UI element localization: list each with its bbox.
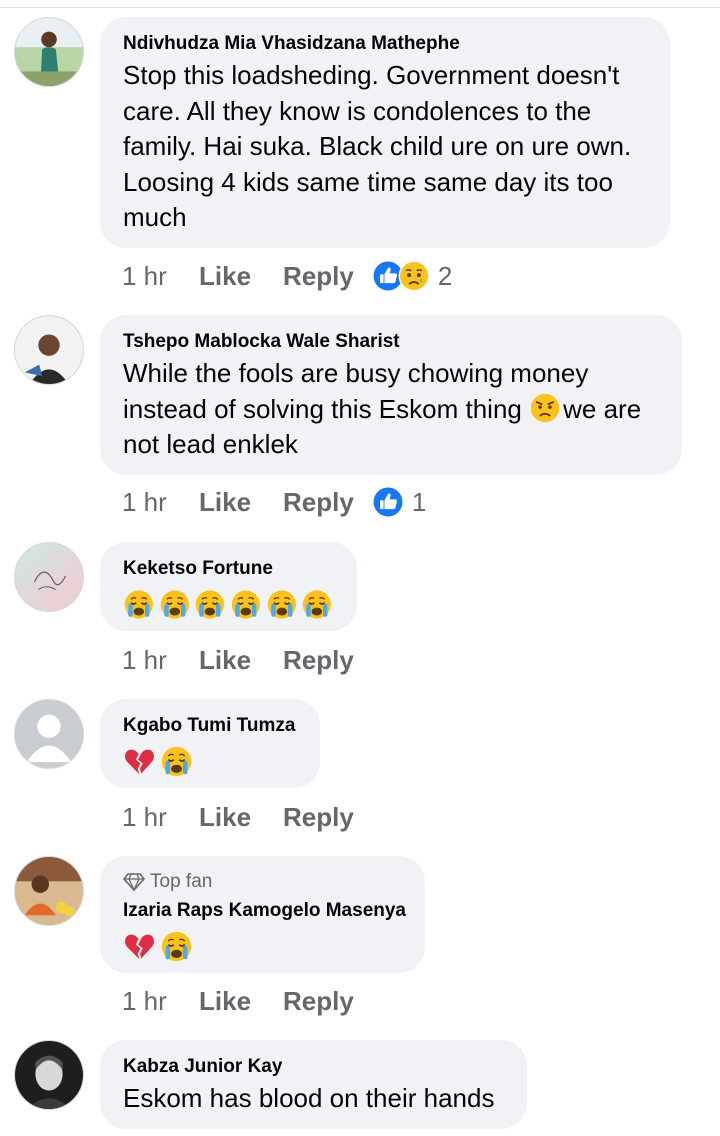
- comment-time[interactable]: 1 hr: [122, 261, 199, 292]
- comment-text-part: While the fools are busy chowing money i…: [123, 358, 589, 424]
- like-button[interactable]: Like: [199, 802, 283, 833]
- comment-actions: 1 hr Like Reply: [122, 640, 354, 680]
- comment-author[interactable]: Izaria Raps Kamogelo Masenya: [123, 899, 406, 923]
- broken-heart-emoji: [123, 745, 156, 778]
- crying-face-emoji: [123, 588, 155, 621]
- reaction-summary[interactable]: 2: [372, 260, 452, 292]
- comment-bubble: Ndivhudza Mia Vhasidzana Mathephe Stop t…: [100, 17, 670, 248]
- broken-heart-emoji: [123, 930, 156, 963]
- crying-face-emoji: [160, 930, 193, 963]
- reaction-count: 2: [437, 260, 453, 291]
- emoji-row: [123, 929, 401, 963]
- comment-bubble: Kabza Junior Kay Eskom has blood on thei…: [100, 1040, 527, 1129]
- comment-time[interactable]: 1 hr: [122, 645, 199, 676]
- top-divider: [0, 7, 720, 8]
- comment-text: While the fools are busy chowing money i…: [123, 356, 658, 463]
- comment-text: Stop this loadsheding. Government doesn'…: [123, 60, 632, 232]
- like-button[interactable]: Like: [199, 645, 283, 676]
- comment-author[interactable]: Kabza Junior Kay: [123, 1055, 503, 1079]
- comment-actions: 1 hr Like Reply 1: [122, 482, 426, 522]
- crying-face-emoji: [230, 588, 262, 621]
- reaction-summary[interactable]: 1: [372, 486, 426, 518]
- like-button[interactable]: Like: [199, 986, 283, 1017]
- comment-actions: 1 hr Like Reply: [122, 981, 354, 1021]
- comment-time[interactable]: 1 hr: [122, 802, 199, 833]
- like-button[interactable]: Like: [199, 487, 283, 518]
- crying-face-emoji: [301, 588, 333, 621]
- diamond-icon: [123, 873, 145, 891]
- like-button[interactable]: Like: [199, 261, 283, 292]
- reply-button[interactable]: Reply: [283, 802, 354, 833]
- crying-face-emoji: [266, 588, 298, 621]
- comment-actions: 1 hr Like Reply 2: [122, 256, 452, 296]
- avatar[interactable]: [14, 542, 84, 612]
- top-fan-badge: Top fan: [123, 871, 401, 893]
- reply-button[interactable]: Reply: [283, 986, 354, 1017]
- crying-face-emoji: [160, 745, 193, 778]
- comment-author[interactable]: Kgabo Tumi Tumza: [123, 714, 296, 738]
- comment-bubble: Tshepo Mablocka Wale Sharist While the f…: [100, 315, 682, 475]
- avatar[interactable]: [14, 1040, 84, 1110]
- like-icon: [372, 486, 404, 518]
- angry-face-emoji: [529, 392, 561, 424]
- comment-time[interactable]: 1 hr: [122, 986, 199, 1017]
- emoji-row: [123, 587, 333, 621]
- avatar[interactable]: [14, 17, 84, 87]
- comment-author[interactable]: Ndivhudza Mia Vhasidzana Mathephe: [123, 32, 646, 56]
- default-avatar-icon: [15, 700, 83, 768]
- comment-bubble: Top fan Izaria Raps Kamogelo Masenya: [100, 856, 425, 973]
- comment-time[interactable]: 1 hr: [122, 487, 199, 518]
- comment-text: Eskom has blood on their hands: [123, 1083, 495, 1113]
- reply-button[interactable]: Reply: [283, 261, 354, 292]
- crying-face-emoji: [194, 588, 226, 621]
- comment-bubble: Keketso Fortune: [100, 542, 357, 631]
- comment-author[interactable]: Keketso Fortune: [123, 557, 333, 581]
- crying-face-emoji: [159, 588, 191, 621]
- top-fan-label: Top fan: [150, 871, 213, 892]
- emoji-row: [123, 744, 296, 778]
- avatar[interactable]: [14, 699, 84, 769]
- comment-actions: 1 hr Like Reply: [122, 797, 354, 837]
- comment-bubble: Kgabo Tumi Tumza: [100, 699, 320, 788]
- comment-author[interactable]: Tshepo Mablocka Wale Sharist: [123, 330, 658, 354]
- sad-icon: [398, 260, 430, 292]
- avatar[interactable]: [14, 315, 84, 385]
- avatar[interactable]: [14, 856, 84, 926]
- reply-button[interactable]: Reply: [283, 645, 354, 676]
- reaction-count: 1: [411, 486, 427, 517]
- reply-button[interactable]: Reply: [283, 487, 354, 518]
